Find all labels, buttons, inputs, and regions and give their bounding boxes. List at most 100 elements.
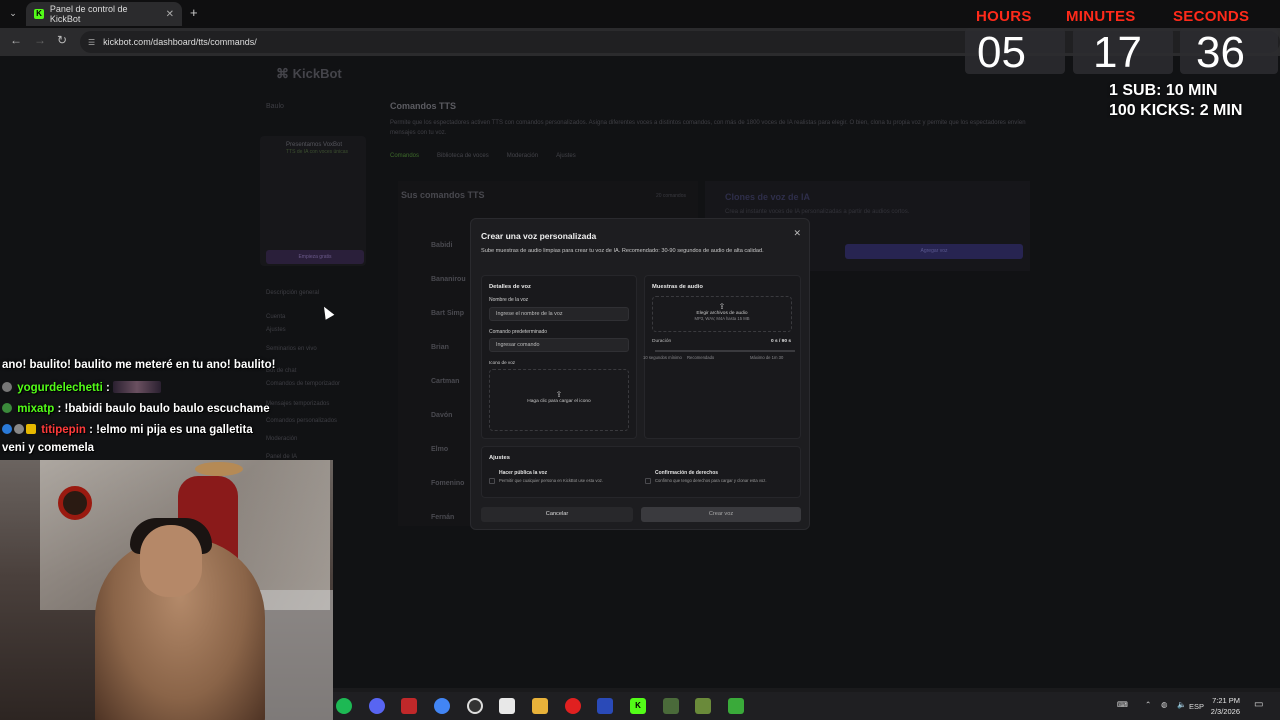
subathon-timer: HOURS MINUTES SECONDS 05 17 36 xyxy=(965,0,1280,80)
spotify-icon[interactable] xyxy=(336,698,352,714)
tab-settings[interactable]: Ajustes xyxy=(556,153,576,159)
minecraft-launcher-icon[interactable] xyxy=(663,698,679,714)
browser-tab[interactable]: K Panel de control de KickBot ✕ xyxy=(26,2,182,26)
page-description: Permite que los espectadores activen TTS… xyxy=(390,120,1026,136)
chrome-icon[interactable] xyxy=(434,698,450,714)
discord-icon[interactable] xyxy=(369,698,385,714)
chat-text: : !babidi baulo baulo baulo escuchame xyxy=(57,403,270,415)
chat-text: ano! baulito! baulito me meteré en tu an… xyxy=(2,359,276,371)
dialog-subtitle: Sube muestras de audio limpias para crea… xyxy=(481,248,764,254)
icon-upload-dropzone[interactable]: ⇪ Haga clic para cargar el icono xyxy=(489,369,629,431)
tab-voice-library[interactable]: Biblioteca de voces xyxy=(437,153,489,159)
sidebar-item-timed-messages[interactable]: Mensajes temporizados xyxy=(266,401,329,407)
dialog-title: Crear una voz personalizada xyxy=(481,231,597,241)
cancel-button[interactable]: Cancelar xyxy=(481,507,633,522)
sidebar-item-custom-commands[interactable]: Comandos personalizados xyxy=(266,418,337,424)
notifications-icon[interactable]: ▭ xyxy=(1254,699,1263,710)
voice-item[interactable]: Fernán xyxy=(431,501,466,535)
new-tab-icon[interactable]: + xyxy=(190,5,198,20)
forward-icon[interactable]: → xyxy=(34,33,46,47)
capcut-icon[interactable] xyxy=(499,698,515,714)
tab-search-icon[interactable]: ⌄ xyxy=(6,6,20,20)
emote-icon xyxy=(113,381,162,393)
sidebar-item-settings[interactable]: Ajustes xyxy=(266,327,286,333)
opera-icon[interactable] xyxy=(565,698,581,714)
sidebar-item-overview[interactable]: Descripción general xyxy=(266,290,319,296)
clock[interactable]: 7:21 PM 2/3/2026 xyxy=(1198,695,1240,717)
sidebar-item-webinars[interactable]: Seminarios en vivo xyxy=(266,346,317,352)
voice-item[interactable]: Fomenino xyxy=(431,467,466,501)
voice-item[interactable]: Brian xyxy=(431,331,466,365)
audio-upload-dropzone[interactable]: ⇪ Elegir archivos de audio MP3, WAV, M4A… xyxy=(652,296,792,332)
duration-progress-bar xyxy=(655,350,795,352)
obs-icon[interactable] xyxy=(467,698,483,714)
reload-icon[interactable]: ↻ xyxy=(57,33,67,47)
default-command-label: Comando predeterminado xyxy=(489,329,548,335)
taskbar: K ⌨ ⌃ ◍ 🔈 ESP ▭ xyxy=(333,692,1280,720)
seconds-value: 36 xyxy=(1196,28,1245,77)
audio-samples-card: Muestras de audio ⇪ Elegir archivos de a… xyxy=(643,275,801,439)
voice-item[interactable]: Elmo xyxy=(431,433,466,467)
sidebar-section-account: Cuenta xyxy=(266,314,286,320)
network-icon[interactable]: ◍ xyxy=(1161,700,1168,709)
chat-username: titipepin xyxy=(41,424,86,436)
promo-button[interactable]: Empieza gratis xyxy=(266,250,364,264)
close-icon[interactable]: ✕ xyxy=(793,228,801,239)
chat-username: yogurdelechetti xyxy=(17,382,103,394)
rights-title: Confirmación de derechos xyxy=(655,470,719,476)
rule-kicks: 100 KICKS: 2 MIN xyxy=(1109,102,1243,119)
tab-commands[interactable]: Comandos xyxy=(390,153,419,159)
voice-item[interactable]: Davón xyxy=(431,399,466,433)
settings-card: Ajustes Hacer pública la voz Permitir qu… xyxy=(481,446,801,498)
minecraft-icon[interactable] xyxy=(695,698,711,714)
user-menu[interactable]: Baulo xyxy=(266,103,284,110)
volume-icon[interactable]: 🔈 xyxy=(1177,700,1186,709)
voice-item[interactable]: Bart Simp xyxy=(431,297,466,331)
create-voice-button[interactable]: Crear voz xyxy=(641,507,801,522)
site-info-icon[interactable]: ☰ xyxy=(88,38,95,47)
default-command-input[interactable]: Ingresar comando xyxy=(489,338,629,352)
badge-icon xyxy=(14,424,24,434)
webcam-feed xyxy=(0,460,333,720)
game-icon[interactable] xyxy=(728,698,744,714)
hours-value: 05 xyxy=(977,28,1026,77)
crown-icon xyxy=(26,424,36,434)
tray-overflow-icon[interactable]: ⌃ xyxy=(1145,700,1151,709)
upload-icon: ⇪ xyxy=(718,302,726,311)
chat-message: ano! baulito! baulito me meteré en tu an… xyxy=(2,359,275,371)
voice-item[interactable]: Cartman xyxy=(431,365,466,399)
sidebar-item-timer-commands[interactable]: Comandos de temporizador xyxy=(266,381,340,387)
voice-details-card: Detalles de voz Nombre de la voz Ingrese… xyxy=(481,275,637,439)
hours-label: HOURS xyxy=(976,8,1032,25)
voice-details-title: Detalles de voz xyxy=(489,284,531,290)
commands-title: Sus comandos TTS xyxy=(401,190,485,200)
create-voice-dialog: Crear una voz personalizada ✕ Sube muest… xyxy=(470,218,810,530)
page-tabs: Comandos Biblioteca de voces Moderación … xyxy=(390,153,576,159)
chat-text: : !elmo mi pija es una galletita xyxy=(89,424,253,436)
add-voice-button[interactable]: Agregar voz xyxy=(845,244,1023,259)
upload-icon: ⇪ xyxy=(555,390,563,399)
commands-count: 20 comandos xyxy=(655,193,686,199)
voicemeeter-icon[interactable] xyxy=(401,698,417,714)
public-voice-checkbox[interactable] xyxy=(489,478,495,484)
chat-message: mixatp : !babidi baulo baulo baulo escuc… xyxy=(2,403,270,415)
rights-checkbox[interactable] xyxy=(645,478,651,484)
kick-icon[interactable]: K xyxy=(630,698,646,714)
tab-moderation[interactable]: Moderación xyxy=(507,153,538,159)
promo-subtitle: TTS de IA con voces únicas xyxy=(286,149,348,155)
voice-name-input[interactable]: Ingrese el nombre de la voz xyxy=(489,307,629,321)
minutes-label: MINUTES xyxy=(1066,8,1136,25)
duration-recommended-label: Recomendado xyxy=(687,355,715,360)
tab-close-icon[interactable]: ✕ xyxy=(166,9,174,20)
voice-item[interactable]: Babidi xyxy=(431,229,466,263)
voice-item[interactable]: Bananirou xyxy=(431,263,466,297)
chat-text: veni y comemela xyxy=(2,442,95,454)
voice-name-label: Nombre de la voz xyxy=(489,297,529,303)
app-icon[interactable] xyxy=(597,698,613,714)
keyboard-icon[interactable]: ⌨ xyxy=(1117,700,1128,709)
kickbot-logo: ⌘ KickBot xyxy=(276,66,342,81)
back-icon[interactable]: ← xyxy=(10,33,22,47)
folder-icon[interactable] xyxy=(532,698,548,714)
promo-title: Presentamos VoxBot xyxy=(286,142,343,148)
sidebar-item-moderation[interactable]: Moderación xyxy=(266,436,297,442)
